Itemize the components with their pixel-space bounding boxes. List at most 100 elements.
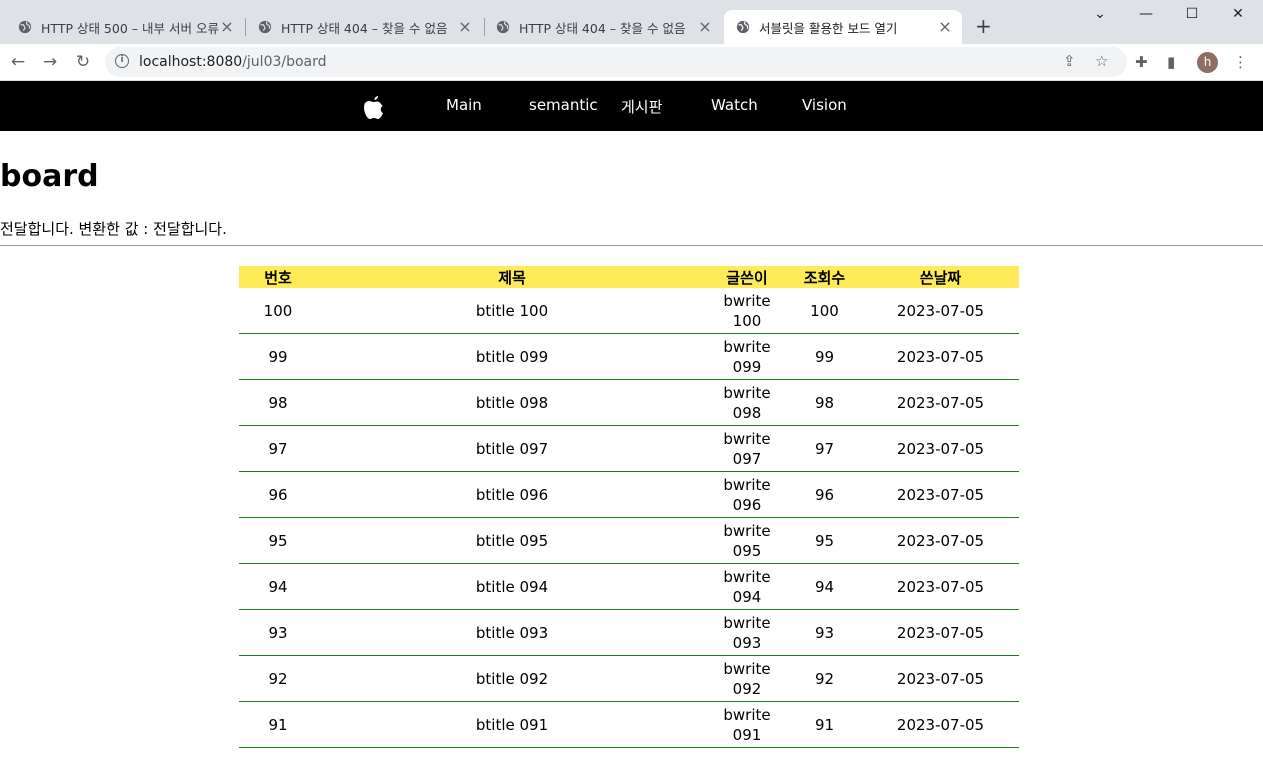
cell-hits: 95	[787, 517, 862, 564]
cell-number: 99	[239, 333, 317, 380]
globe-icon	[736, 20, 750, 34]
tab-title: HTTP 상태 404 – 찾을 수 없음	[281, 20, 448, 36]
table-row[interactable]: 95 btitle 095 bwrite 095 95 2023-07-05	[239, 517, 1019, 564]
cell-title: btitle 100	[317, 288, 707, 334]
globe-icon	[258, 20, 272, 34]
cell-writer-text: bwrite 096	[723, 475, 771, 514]
browser-tab-3[interactable]: HTTP 상태 404 – 찾을 수 없음 ×	[478, 10, 722, 44]
nav-item-main[interactable]: Main	[446, 96, 482, 114]
table-header-row: 번호 제목 글쓴이 조회수 쓴날짜	[239, 266, 1019, 288]
cell-writer-text: bwrite 099	[723, 337, 771, 376]
site-navbar: Main semantic 게시판 Watch Vision	[0, 81, 1263, 131]
table-row[interactable]: 96 btitle 096 bwrite 096 96 2023-07-05	[239, 471, 1019, 518]
table-row[interactable]: 91 btitle 091 bwrite 091 91 2023-07-05	[239, 701, 1019, 748]
url-text[interactable]: localhost:8080/jul03/board	[139, 54, 327, 70]
divider	[0, 245, 1263, 246]
cell-title: btitle 099	[317, 333, 707, 380]
nav-item-board[interactable]: 게시판	[621, 96, 662, 117]
site-info-icon[interactable]: i	[115, 54, 129, 68]
cell-title: btitle 092	[317, 655, 707, 702]
cell-number: 92	[239, 655, 317, 702]
cell-date: 2023-07-05	[862, 379, 1019, 426]
maximize-button[interactable]: ☐	[1169, 6, 1215, 22]
tab-close-icon[interactable]: ×	[456, 18, 474, 36]
close-window-button[interactable]: ✕	[1215, 6, 1261, 22]
cell-title: btitle 094	[317, 563, 707, 610]
cell-writer-text: bwrite 093	[723, 613, 771, 652]
cell-writer-text: bwrite 098	[723, 383, 771, 422]
table-row[interactable]: 100 btitle 100 bwrite 100 100 2023-07-05	[239, 288, 1019, 334]
table-row[interactable]: 93 btitle 093 bwrite 093 93 2023-07-05	[239, 609, 1019, 656]
column-header-number: 번호	[264, 268, 292, 287]
table-row[interactable]: 94 btitle 094 bwrite 094 94 2023-07-05	[239, 563, 1019, 610]
minimize-button[interactable]: —	[1123, 6, 1169, 22]
cell-writer: bwrite 098	[707, 379, 787, 426]
nav-item-vision[interactable]: Vision	[802, 96, 847, 114]
cell-hits: 100	[787, 288, 862, 334]
cell-writer-text: bwrite 100	[723, 291, 771, 330]
cell-writer: bwrite 093	[707, 609, 787, 656]
cell-writer: bwrite 091	[707, 701, 787, 748]
browser-tab-active[interactable]: 서블릿을 활용한 보드 열기 ×	[724, 10, 962, 44]
cell-writer-text: bwrite 094	[723, 567, 771, 606]
column-header-hits: 조회수	[803, 268, 846, 287]
cell-writer: bwrite 097	[707, 425, 787, 472]
cell-number: 93	[239, 609, 317, 656]
page-content: Main semantic 게시판 Watch Vision board 전달합…	[0, 81, 1263, 779]
tab-title: HTTP 상태 404 – 찾을 수 없음	[519, 20, 686, 36]
cell-number: 94	[239, 563, 317, 610]
globe-icon	[18, 20, 32, 34]
table-row[interactable]: 99 btitle 099 bwrite 099 99 2023-07-05	[239, 333, 1019, 380]
cell-date: 2023-07-05	[862, 288, 1019, 334]
apple-logo-icon[interactable]	[363, 95, 385, 121]
browser-tab-1[interactable]: HTTP 상태 500 – 내부 서버 오류 ×	[0, 10, 244, 44]
cell-hits: 97	[787, 425, 862, 472]
column-header-writer: 글쓴이	[726, 268, 768, 287]
cell-writer-text: bwrite 091	[723, 705, 771, 744]
reload-button[interactable]: ↻	[70, 49, 96, 75]
result-message: 전달합니다. 변환한 값 : 전달합니다.	[0, 220, 227, 238]
tab-close-icon[interactable]: ×	[936, 18, 954, 36]
bookmark-star-icon[interactable]: ☆	[1095, 52, 1108, 70]
table-row[interactable]: 98 btitle 098 bwrite 098 98 2023-07-05	[239, 379, 1019, 426]
address-bar[interactable]: i localhost:8080/jul03/board ⇪ ☆	[105, 47, 1127, 77]
cell-date: 2023-07-05	[862, 517, 1019, 564]
side-panel-icon[interactable]: ▮	[1167, 53, 1175, 71]
table-row[interactable]: 92 btitle 092 bwrite 092 92 2023-07-05	[239, 655, 1019, 702]
cell-number: 98	[239, 379, 317, 426]
tab-search-chevron-icon[interactable]: ⌄	[1077, 6, 1123, 22]
cell-date: 2023-07-05	[862, 425, 1019, 472]
share-icon[interactable]: ⇪	[1063, 52, 1076, 70]
column-header-date: 쓴날짜	[919, 268, 962, 287]
url-path: /jul03/board	[242, 54, 327, 70]
cell-title: btitle 095	[317, 517, 707, 564]
cell-hits: 98	[787, 379, 862, 426]
extensions-icon[interactable]: ✚	[1135, 53, 1148, 71]
browser-toolbar: ← → ↻ i localhost:8080/jul03/board ⇪ ☆ ✚…	[0, 44, 1263, 81]
cell-title: btitle 093	[317, 609, 707, 656]
tab-close-icon[interactable]: ×	[218, 18, 236, 36]
cell-date: 2023-07-05	[862, 471, 1019, 518]
cell-number: 95	[239, 517, 317, 564]
browser-menu-icon[interactable]: ⋮	[1233, 53, 1248, 71]
profile-avatar[interactable]: h	[1197, 52, 1218, 73]
cell-writer-text: bwrite 097	[723, 429, 771, 468]
cell-hits: 91	[787, 701, 862, 748]
cell-hits: 92	[787, 655, 862, 702]
url-host: localhost:8080	[139, 54, 243, 70]
globe-icon	[496, 20, 510, 34]
table-row[interactable]: 97 btitle 097 bwrite 097 97 2023-07-05	[239, 425, 1019, 472]
nav-item-watch[interactable]: Watch	[711, 96, 758, 114]
cell-writer: bwrite 096	[707, 471, 787, 518]
cell-writer: bwrite 092	[707, 655, 787, 702]
forward-button[interactable]: →	[37, 49, 63, 75]
nav-item-semantic[interactable]: semantic	[529, 96, 598, 114]
cell-writer: bwrite 099	[707, 333, 787, 380]
back-button[interactable]: ←	[5, 49, 31, 75]
tab-close-icon[interactable]: ×	[696, 18, 714, 36]
browser-tab-2[interactable]: HTTP 상태 404 – 찾을 수 없음 ×	[240, 10, 482, 44]
cell-title: btitle 091	[317, 701, 707, 748]
new-tab-button[interactable]: +	[975, 15, 992, 37]
cell-date: 2023-07-05	[862, 333, 1019, 380]
cell-hits: 96	[787, 471, 862, 518]
